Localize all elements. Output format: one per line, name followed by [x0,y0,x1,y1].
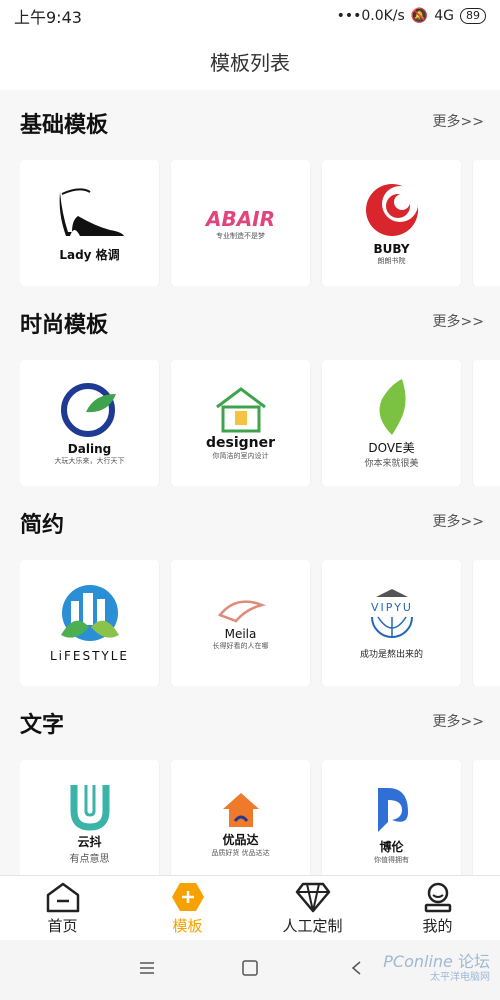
plus-hexagon-icon [171,883,204,911]
section-title: 时尚模板 [20,313,109,338]
template-card-partial[interactable] [473,160,500,286]
template-card[interactable]: ABAIR 专业制造不是梦 [171,160,310,286]
logo-name: ABAIR [205,207,276,231]
template-card[interactable]: 优品达 品质好货 优品达达 [171,760,310,875]
home-icon [46,882,79,913]
logo-name: designer [205,435,276,451]
logo-name: 博伦 [379,839,404,854]
card-row[interactable]: Lady 格调 ABAIR 专业制造不是梦 BUBY 朗朗书院 [20,160,500,286]
logo-name: 优品达 [222,832,259,847]
template-card[interactable]: LiFESTYLE [20,560,159,686]
battery-icon: 89 [460,8,486,24]
feather-icon [217,600,266,623]
status-icons: •••0.0K/s 🔕 4G 89 [337,8,486,24]
section-title: 文字 [20,713,65,738]
section-simple: 简约 更多>> LiFESTYLE Meila 长得好看的人在哪 VIPYU 成… [0,492,500,692]
template-card[interactable]: Daling 大玩大乐来，大行天下 [20,360,159,486]
diamond-icon [295,882,330,913]
leaf-icon [379,379,406,435]
nav-profile[interactable]: 我的 [375,876,500,941]
template-card[interactable]: designer 你简洁的室内设计 [171,360,310,486]
more-link[interactable]: 更多>> [433,111,484,131]
high-heel-icon [59,187,124,236]
leaf-ring-icon [60,383,116,437]
section-title: 基础模板 [20,113,109,138]
section-text: 文字 更多>> 云抖 有点意思 优品达 品质好货 优品达达 博伦 你值得拥有 [0,692,500,875]
more-link[interactable]: 更多>> [433,711,484,731]
template-card[interactable]: DOVE美 你本来就很美 [322,360,461,486]
logo-name: Lady 格调 [59,247,120,262]
status-time: 上午9:43 [14,8,82,27]
globe-icon: VIPYU [370,588,413,638]
nav-home[interactable]: 首页 [0,876,125,941]
nav-label: 我的 [422,917,453,935]
logo-sub: 朗朗书院 [377,257,406,265]
section-basic: 基础模板 更多>> Lady 格调 ABAIR 专业制造不是梦 BUBY 朗朗书… [0,92,500,292]
logo-name: 云抖 [77,835,102,849]
template-card[interactable]: Lady 格调 [20,160,159,286]
logo-sub: 大玩大乐来，大行天下 [54,457,125,465]
swirl-logo-icon [365,184,418,236]
mute-icon: 🔕 [410,8,429,24]
logo-sub: 专业制造不是梦 [216,232,265,240]
logo-sub: 成功是熬出来的 [359,649,423,660]
logo-sub: 长得好看的人在哪 [212,642,269,650]
bottom-nav: 首页 模板 人工定制 我的 [0,875,500,941]
network-speed: •••0.0K/s [336,8,405,24]
user-icon [424,882,451,913]
status-bar: 上午9:43 •••0.0K/s 🔕 4G 89 [0,0,500,32]
house-icon [215,387,266,433]
city-leaf-icon [60,585,119,641]
template-card-partial[interactable] [473,360,500,486]
template-list[interactable]: 基础模板 更多>> Lady 格调 ABAIR 专业制造不是梦 BUBY 朗朗书… [0,92,500,875]
card-row[interactable]: Daling 大玩大乐来，大行天下 designer 你简洁的室内设计 DOVE… [20,360,500,486]
u-logo-icon [70,785,109,831]
template-card[interactable]: 博伦 你值得拥有 [322,760,461,875]
b-logo-icon [377,787,408,832]
logo-name: BUBY [373,242,410,256]
logo-sub: 有点意思 [69,854,110,865]
template-card-partial[interactable] [473,560,500,686]
nav-label: 人工定制 [282,917,343,935]
more-link[interactable]: 更多>> [433,311,484,331]
nav-label: 模板 [172,917,203,935]
template-card[interactable]: VIPYU 成功是熬出来的 [322,560,461,686]
nav-templates[interactable]: 模板 [125,876,250,941]
page-title: 模板列表 [0,32,500,90]
watermark-sub: 太平洋电脑网 [430,972,490,983]
house-logo-icon [222,792,259,827]
network-label: 4G [434,8,454,24]
card-row[interactable]: LiFESTYLE Meila 长得好看的人在哪 VIPYU 成功是熬出来的 [20,560,500,686]
back-icon[interactable] [348,960,366,976]
section-fashion: 时尚模板 更多>> Daling 大玩大乐来，大行天下 designer 你简洁… [0,292,500,492]
logo-sub: 你值得拥有 [374,855,409,864]
card-row[interactable]: 云抖 有点意思 优品达 品质好货 优品达达 博伦 你值得拥有 [20,760,500,875]
svg-text:VIPYU: VIPYU [371,601,413,614]
menu-icon[interactable] [138,960,156,976]
section-title: 简约 [20,513,65,538]
template-card[interactable]: 云抖 有点意思 [20,760,159,875]
more-link[interactable]: 更多>> [433,511,484,531]
logo-name: Daling [67,442,112,456]
logo-name: DOVE美 [368,441,415,455]
nav-label: 首页 [47,917,78,935]
nav-custom[interactable]: 人工定制 [250,876,375,941]
template-card[interactable]: BUBY 朗朗书院 [322,160,461,286]
home-square-icon[interactable] [241,960,259,976]
template-card[interactable]: Meila 长得好看的人在哪 [171,560,310,686]
logo-sub: 你本来就很美 [364,459,419,469]
logo-sub: 你简洁的室内设计 [212,452,269,460]
logo-name: LiFESTYLE [49,649,130,663]
logo-name: Meila [224,627,257,641]
logo-sub: 品质好货 优品达达 [211,848,270,857]
template-card-partial[interactable] [473,760,500,875]
